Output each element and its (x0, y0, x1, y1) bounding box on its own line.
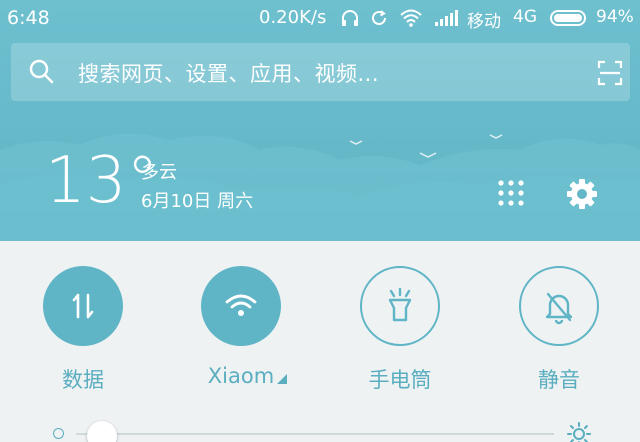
wifi-icon (225, 294, 257, 316)
battery-icon (550, 10, 586, 26)
toggle-data-label: 数据 (62, 368, 104, 392)
grid-icon[interactable] (497, 179, 525, 207)
flashlight-icon (388, 287, 412, 322)
weather-condition: 多云 (141, 162, 177, 183)
search-bar[interactable]: 搜索网页、设置、应用、视频... (11, 43, 630, 101)
weather-date: 6月10日 周六 (141, 191, 254, 212)
toggle-flashlight-label: 手电筒 (368, 368, 432, 392)
toggle-data-circle[interactable] (43, 266, 123, 346)
toggle-flashlight-circle[interactable] (360, 266, 440, 346)
status-time: 6:48 (7, 7, 50, 29)
gear-icon[interactable] (565, 177, 599, 211)
sync-icon (372, 10, 386, 25)
battery-percent: 94% (596, 7, 634, 27)
quick-toggles: 数据 Xiaom 手电筒 静音 (0, 241, 640, 442)
net-speed: 0.20K/s (259, 7, 327, 28)
toggle-flashlight[interactable]: 手电筒 (340, 266, 460, 416)
toggle-mute-circle[interactable] (519, 266, 599, 346)
brightness-slider[interactable] (0, 420, 640, 442)
toggle-wifi[interactable]: Xiaom (181, 266, 301, 416)
wifi-more-indicator-icon (277, 374, 288, 384)
status-bar: 6:48 0.20K/s 移动 4G 94% (0, 0, 640, 36)
carrier-name: 移动 (467, 12, 501, 32)
brightness-high-icon (567, 422, 591, 442)
data-arrows-icon (72, 293, 94, 319)
toggle-data[interactable]: 数据 (23, 266, 143, 416)
toggle-mute[interactable]: 静音 (499, 266, 619, 416)
signal-icon (435, 10, 458, 26)
network-type: 4G (513, 7, 537, 27)
brightness-thumb[interactable] (87, 421, 117, 442)
toggle-wifi-circle[interactable] (201, 266, 281, 346)
notification-header: 6:48 0.20K/s 移动 4G 94% 搜索网页、设置、应用、视频... … (0, 0, 640, 241)
scan-icon[interactable] (597, 60, 623, 86)
brightness-track[interactable] (76, 433, 554, 435)
wifi-network-name: Xiaom (207, 364, 275, 388)
search-icon (29, 59, 54, 84)
brightness-low-icon (53, 428, 64, 439)
headphones-icon (342, 10, 358, 26)
wifi-icon (400, 9, 422, 27)
bell-off-icon (545, 292, 573, 325)
toggle-wifi-label: Xiaom (181, 364, 301, 388)
search-placeholder: 搜索网页、设置、应用、视频... (78, 62, 380, 86)
toggle-mute-label: 静音 (538, 368, 580, 392)
